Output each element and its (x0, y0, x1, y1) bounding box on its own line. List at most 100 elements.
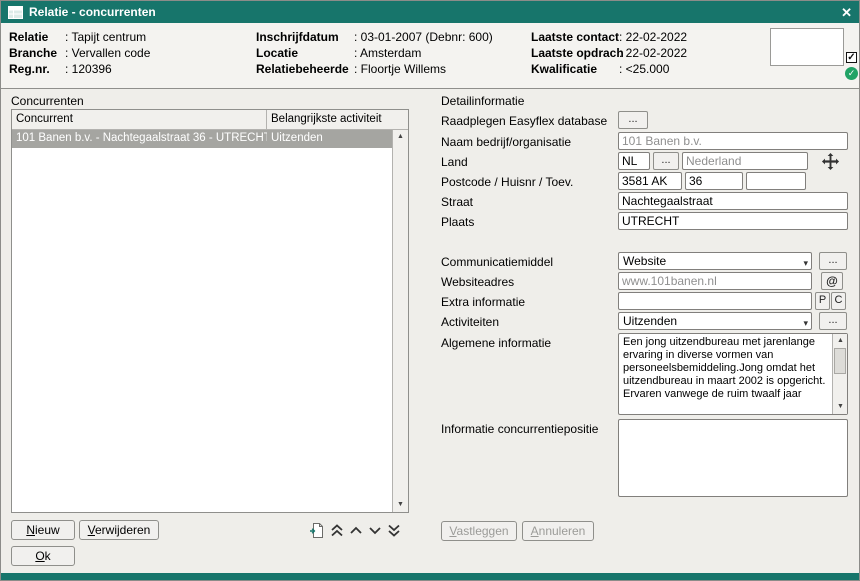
titlebar[interactable]: Relatie - concurrenten ✕ (1, 1, 859, 23)
move-top-icon[interactable] (330, 524, 344, 537)
header-field-relatiebeheerder: Relatiebeheerde : Floortje Willems (256, 62, 446, 76)
scroll-down-icon[interactable]: ▼ (833, 400, 848, 414)
header-field-label: Laatste contact (531, 30, 619, 44)
c-button[interactable]: C (831, 292, 846, 310)
label-algemene-informatie: Algemene informatie (441, 336, 551, 350)
status-checkbox[interactable]: ✓ (846, 52, 857, 63)
label-land: Land (441, 155, 468, 169)
p-button[interactable]: P (815, 292, 830, 310)
plaats-input[interactable] (618, 212, 848, 230)
nieuw-button[interactable]: Nieuw (11, 520, 75, 540)
activiteiten-lookup-button[interactable]: ... (819, 312, 847, 330)
header-field-branche: Branche : Vervallen code (9, 46, 150, 60)
postcode-input[interactable] (618, 172, 682, 190)
header-field-label: Reg.nr. (9, 62, 65, 76)
header-field-laatste-contact: Laatste contact : 22-02-2022 (531, 30, 687, 44)
huisnr-input[interactable] (685, 172, 743, 190)
scrollbar-thumb[interactable] (834, 348, 846, 374)
header-field-laatste-opdracht: Laatste opdrach : 22-02-2022 (531, 46, 687, 60)
ok-button[interactable]: Ok (11, 546, 75, 566)
land-naam-input[interactable] (682, 152, 808, 170)
header-field-label: Branche (9, 46, 65, 60)
label-websiteadres: Websiteadres (441, 275, 514, 289)
raadplegen-easyflex-button[interactable]: ... (618, 111, 648, 129)
annuleren-button[interactable]: Annuleren (522, 521, 594, 541)
selected-value: Website (623, 254, 666, 268)
label-communicatiemiddel: Communicatiemiddel (441, 255, 553, 269)
textarea-scrollbar[interactable]: ▲ ▼ (832, 334, 847, 414)
header-field-inschrijfdatum: Inschrijfdatum : 03-01-2007 (Debnr: 600) (256, 30, 493, 44)
new-record-icon[interactable] (309, 522, 325, 539)
scroll-up-icon[interactable]: ▲ (393, 130, 408, 144)
relatie-concurrenten-window: Relatie - concurrenten ✕ Relatie : Tapij… (0, 0, 860, 581)
header-field-locatie: Locatie : Amsterdam (256, 46, 421, 60)
column-header-concurrent[interactable]: Concurrent (12, 110, 267, 129)
label-straat: Straat (441, 195, 473, 209)
chevron-down-icon: ▾ (803, 255, 808, 270)
header-field-label: Locatie (256, 46, 354, 60)
cell-activiteit: Uitzenden (267, 130, 393, 148)
label-activiteiten: Activiteiten (441, 315, 499, 329)
label-postcode-huisnr: Postcode / Huisnr / Toev. (441, 175, 573, 189)
relation-header: Relatie : Tapijt centrum Branche : Verva… (1, 23, 859, 89)
extra-informatie-input[interactable] (618, 292, 812, 310)
chevron-down-icon: ▾ (803, 315, 808, 330)
move-bottom-icon[interactable] (387, 524, 401, 537)
header-field-value: : 120396 (65, 62, 112, 76)
toevoeging-input[interactable] (746, 172, 806, 190)
header-field-regnr: Reg.nr. : 120396 (9, 62, 112, 76)
move-up-icon[interactable] (349, 526, 363, 535)
photo-box (770, 28, 844, 66)
concurrentiepositie-text (623, 422, 844, 495)
window-title: Relatie - concurrenten (29, 5, 156, 19)
naam-bedrijf-input[interactable] (618, 132, 848, 150)
scroll-up-icon[interactable]: ▲ (833, 334, 848, 348)
header-field-value: : Floortje Willems (354, 62, 446, 76)
header-field-label: Relatie (9, 30, 65, 44)
table-header: Concurrent Belangrijkste activiteit (12, 110, 408, 130)
table-scrollbar[interactable]: ▲ ▼ (392, 130, 408, 512)
header-field-label: Inschrijfdatum (256, 30, 354, 44)
move-icon[interactable] (821, 152, 840, 176)
communicatiemiddel-select[interactable]: Website ▾ (618, 252, 812, 270)
open-website-button[interactable]: @ (821, 272, 843, 290)
websiteadres-input[interactable] (618, 272, 812, 290)
window-bottom-bar (1, 573, 859, 580)
table-row[interactable]: 101 Banen b.v. - Nachtegaalstraat 36 - U… (12, 130, 393, 148)
land-code-input[interactable] (618, 152, 650, 170)
header-field-label: Laatste opdrach (531, 46, 619, 60)
verwijderen-button[interactable]: Verwijderen (79, 520, 159, 540)
list-toolbar (309, 521, 401, 539)
label-naam-bedrijf: Naam bedrijf/organisatie (441, 135, 571, 149)
label-extra-informatie: Extra informatie (441, 295, 525, 309)
algemene-informatie-textarea[interactable]: Een jong uitzendbureau met jarenlange er… (618, 333, 848, 415)
header-field-value: : 22-02-2022 (619, 30, 687, 44)
selected-value: Uitzenden (623, 314, 677, 328)
concurrentiepositie-textarea[interactable] (618, 419, 848, 497)
check-icon: ✓ (847, 52, 855, 63)
close-icon[interactable]: ✕ (841, 6, 852, 19)
cell-concurrent: 101 Banen b.v. - Nachtegaalstraat 36 - U… (12, 130, 267, 148)
header-field-value: : Vervallen code (65, 46, 150, 60)
communicatiemiddel-lookup-button[interactable]: ... (819, 252, 847, 270)
scroll-down-icon[interactable]: ▼ (393, 498, 408, 512)
move-down-icon[interactable] (368, 526, 382, 535)
header-field-value: : Amsterdam (354, 46, 421, 60)
header-field-kwalificatie: Kwalificatie : <25.000 (531, 62, 669, 76)
check-icon: ✓ (848, 68, 856, 78)
vastleggen-button[interactable]: Vastleggen (441, 521, 517, 541)
concurrenten-table: Concurrent Belangrijkste activiteit 101 … (11, 109, 409, 513)
activiteiten-select[interactable]: Uitzenden ▾ (618, 312, 812, 330)
header-field-relatie: Relatie : Tapijt centrum (9, 30, 146, 44)
label-informatie-concurrentiepositie: Informatie concurrentiepositie (441, 422, 598, 436)
detail-section-label: Detailinformatie (441, 94, 524, 108)
header-field-label: Kwalificatie (531, 62, 619, 76)
land-lookup-button[interactable]: ... (653, 152, 679, 170)
straat-input[interactable] (618, 192, 848, 210)
header-field-value: : <25.000 (619, 62, 669, 76)
algemene-informatie-text: Een jong uitzendbureau met jarenlange er… (623, 336, 829, 413)
label-plaats: Plaats (441, 215, 474, 229)
status-ok-icon: ✓ (845, 67, 858, 80)
header-field-value: : 03-01-2007 (Debnr: 600) (354, 30, 493, 44)
column-header-activiteit[interactable]: Belangrijkste activiteit (267, 110, 408, 129)
